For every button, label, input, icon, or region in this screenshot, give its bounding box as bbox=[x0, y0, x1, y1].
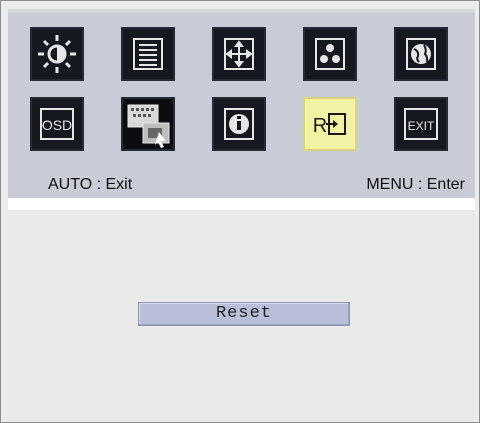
menu-panel: OSD R EXIT AUTO: Exit MENU: Enter bbox=[8, 13, 475, 198]
position-icon[interactable] bbox=[212, 27, 266, 81]
exit-icon[interactable]: EXIT bbox=[394, 97, 448, 151]
reset-icon[interactable]: R bbox=[303, 97, 357, 151]
reset-button[interactable]: Reset bbox=[138, 302, 350, 326]
language-icon[interactable] bbox=[394, 27, 448, 81]
information-icon[interactable] bbox=[212, 97, 266, 151]
panel-divider bbox=[8, 198, 475, 210]
content-panel: Reset bbox=[8, 210, 475, 422]
brightness-icon[interactable] bbox=[30, 27, 84, 81]
osd-window: OSD R EXIT AUTO: Exit MENU: Enter Rese… bbox=[0, 0, 480, 423]
svg-text:OSD: OSD bbox=[42, 117, 72, 133]
color-icon[interactable] bbox=[303, 27, 357, 81]
auto-exit-hint: AUTO : Exit bbox=[48, 176, 133, 193]
menu-enter-hint: MENU : Enter bbox=[366, 176, 465, 193]
svg-text:R: R bbox=[313, 115, 327, 137]
image-setup-icon[interactable] bbox=[121, 27, 175, 81]
svg-text:EXIT: EXIT bbox=[408, 119, 435, 133]
osd-icon[interactable]: OSD bbox=[30, 97, 84, 151]
input-signal-icon[interactable] bbox=[121, 97, 175, 151]
